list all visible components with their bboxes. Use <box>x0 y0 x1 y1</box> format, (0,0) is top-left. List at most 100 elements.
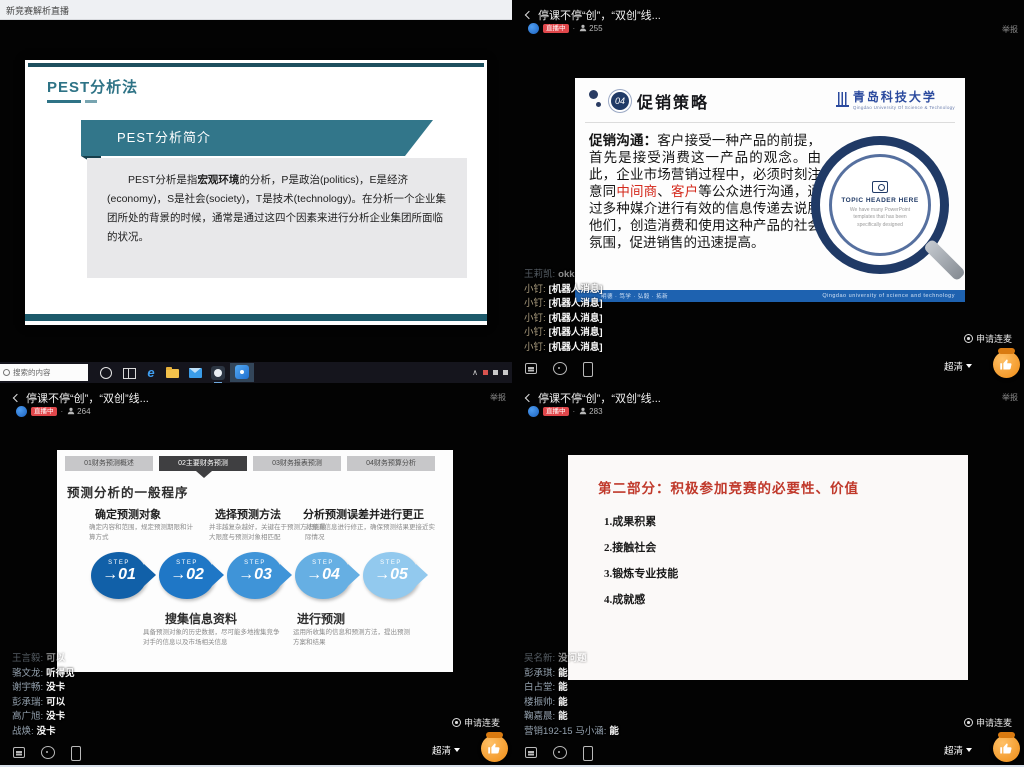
bottom-heading: 搜集信息资料 <box>165 610 237 627</box>
section-number: 04 <box>611 92 629 110</box>
contest-slide: 第二部分：积极参加竞赛的必要性、价值 1.成果积累 2.接触社会 3.锻炼专业技… <box>568 455 968 680</box>
chat-message: 战焕没卡 <box>12 725 75 740</box>
system-tray[interactable]: ∧ <box>472 362 508 383</box>
step-marker: STEP→03 <box>227 552 283 599</box>
live-room-title[interactable]: 停课不停“创”，“双创”线... <box>526 390 661 406</box>
chat-message: 小钉[机器人消息] <box>524 297 602 312</box>
screen-share-icon[interactable] <box>12 746 26 759</box>
request-mic-button[interactable]: 申请连麦 <box>452 716 500 729</box>
streamer-avatar[interactable] <box>528 406 539 417</box>
topic-header: TOPIC HEADER HERE <box>841 197 918 204</box>
viewer-count: 264 <box>67 407 90 416</box>
promo-slide: 04 促销策略 青岛科技大学 Qingdao University Of Sci… <box>575 78 965 302</box>
windows-taskbar: 搜索的内容 e ∧ <box>0 362 512 383</box>
slide-header: 04 促销策略 <box>589 88 709 114</box>
report-button[interactable]: 举报 <box>1002 24 1018 35</box>
column-heading: 分析预测误差并进行更正 <box>303 506 424 522</box>
list-item: 1.成果积累 <box>604 513 656 529</box>
tray-volume-icon[interactable] <box>493 370 498 375</box>
chat-messages: 吴名新没问题 彭承琪能 白占堂能 楼振帅能 鞠嘉晨能 营销192-15 马小涵能 <box>524 652 619 739</box>
cortana-icon[interactable] <box>98 365 114 381</box>
header-divider <box>585 122 955 123</box>
screen-share-icon[interactable] <box>524 746 538 759</box>
dot-separator: · <box>573 24 576 33</box>
column-heading: 确定预测对象 <box>95 506 161 522</box>
quality-selector[interactable]: 超清 <box>944 359 972 373</box>
viewer-count: 283 <box>579 407 602 416</box>
thumbs-up-icon <box>487 741 502 756</box>
like-button[interactable] <box>993 735 1020 762</box>
screen-share-icon[interactable] <box>524 362 538 375</box>
university-logo: 青岛科技大学 Qingdao University Of Science & T… <box>836 88 955 110</box>
device-icon[interactable] <box>580 746 594 759</box>
chat-message: 白占堂能 <box>524 681 619 696</box>
thumbs-up-icon <box>999 357 1014 372</box>
magnifier-graphic: TOPIC HEADER HERE We have many PowerPoin… <box>807 132 953 278</box>
task-view-icon[interactable] <box>121 365 137 381</box>
file-explorer-icon[interactable] <box>165 365 181 381</box>
report-button[interactable]: 举报 <box>1002 392 1018 403</box>
chat-message: 吴名新没问题 <box>524 652 619 667</box>
like-button[interactable] <box>993 351 1020 378</box>
chat-messages: 王言毅可以 骆文龙听得见 谢宇畅没卡 彭承瑞可以 高广旭没卡 战焕没卡 <box>12 652 75 739</box>
bottom-toolbar <box>524 362 594 375</box>
tray-expand-icon[interactable]: ∧ <box>472 368 478 377</box>
back-icon[interactable] <box>13 394 21 402</box>
slide-title: 预测分析的一般程序 <box>67 482 189 501</box>
list-item: 3.锻炼专业技能 <box>604 565 678 581</box>
window-title: 新竞赛解析直播 <box>6 4 69 17</box>
device-icon[interactable] <box>68 746 82 759</box>
decor-dots <box>589 90 603 112</box>
list-item: 4.成就感 <box>604 591 645 607</box>
person-icon <box>579 24 587 32</box>
mail-icon[interactable] <box>188 365 204 381</box>
search-icon <box>3 369 10 376</box>
live-room-title[interactable]: 停课不停“创”，“双创”线... <box>14 390 149 406</box>
slide-body-box: PEST分析是指宏观环境的分析，P是政治(politics)，E是经济(econ… <box>87 158 467 278</box>
chat-message: 鞠嘉晨能 <box>524 710 619 725</box>
chat-icon[interactable] <box>40 746 54 759</box>
streamer-row: 直播中 · 283 <box>528 405 603 417</box>
back-icon[interactable] <box>525 394 533 402</box>
chat-icon[interactable] <box>552 362 566 375</box>
streamer-avatar[interactable] <box>16 406 27 417</box>
like-button[interactable] <box>481 735 508 762</box>
quality-selector[interactable]: 超清 <box>432 743 460 757</box>
chat-message: 楼振帅能 <box>524 696 619 711</box>
person-icon <box>67 407 75 415</box>
live-badge: 直播中 <box>543 24 569 33</box>
magnifier-handle <box>923 238 966 281</box>
taskbar-search-input[interactable]: 搜索的内容 <box>0 364 88 381</box>
request-mic-button[interactable]: 申请连麦 <box>964 716 1012 729</box>
slide-tab-active: 02主要财务预测 <box>159 456 247 471</box>
window-titlebar[interactable]: 新竞赛解析直播 <box>0 0 512 20</box>
chat-message: 小钉[机器人消息] <box>524 341 602 356</box>
chat-message: 彭承琪能 <box>524 667 619 682</box>
edge-browser-icon[interactable]: e <box>143 365 159 381</box>
chat-message: 小钉[机器人消息] <box>524 312 602 327</box>
title-underline <box>85 100 97 103</box>
step-marker: STEP→05 <box>363 552 419 599</box>
request-mic-button[interactable]: 申请连麦 <box>964 332 1012 345</box>
quality-selector[interactable]: 超清 <box>944 743 972 757</box>
list-item: 2.接触社会 <box>604 539 656 555</box>
tray-network-icon[interactable] <box>503 370 508 375</box>
chat-message: 营销192-15 马小涵能 <box>524 725 619 740</box>
search-text: 搜索的内容 <box>13 367 51 378</box>
bottom-toolbar <box>524 746 594 759</box>
streamer-avatar[interactable] <box>528 23 539 34</box>
live-app-icon[interactable] <box>230 363 254 382</box>
live-room-title[interactable]: 停课不停“创”，“双创”线... <box>526 7 661 23</box>
chat-message: 小钉[机器人消息] <box>524 283 602 298</box>
chat-icon[interactable] <box>552 746 566 759</box>
slide-tab: 04财务预算分析 <box>347 456 435 471</box>
device-icon[interactable] <box>580 362 594 375</box>
slide-footer: 明德 · 笃学 · 弘毅 · 拓新 Qingdao university of … <box>575 290 965 302</box>
headset-icon <box>964 334 973 343</box>
tray-status-icon[interactable] <box>483 370 488 375</box>
slide-title: 第二部分：积极参加竞赛的必要性、价值 <box>598 477 859 497</box>
report-button[interactable]: 举报 <box>490 392 506 403</box>
live-quadrant-promo: 停课不停“创”，“双创”线... 举报 直播中 · 255 04 促销策略 青岛… <box>512 0 1024 383</box>
dingtalk-icon[interactable] <box>210 365 226 381</box>
back-icon[interactable] <box>525 11 533 19</box>
